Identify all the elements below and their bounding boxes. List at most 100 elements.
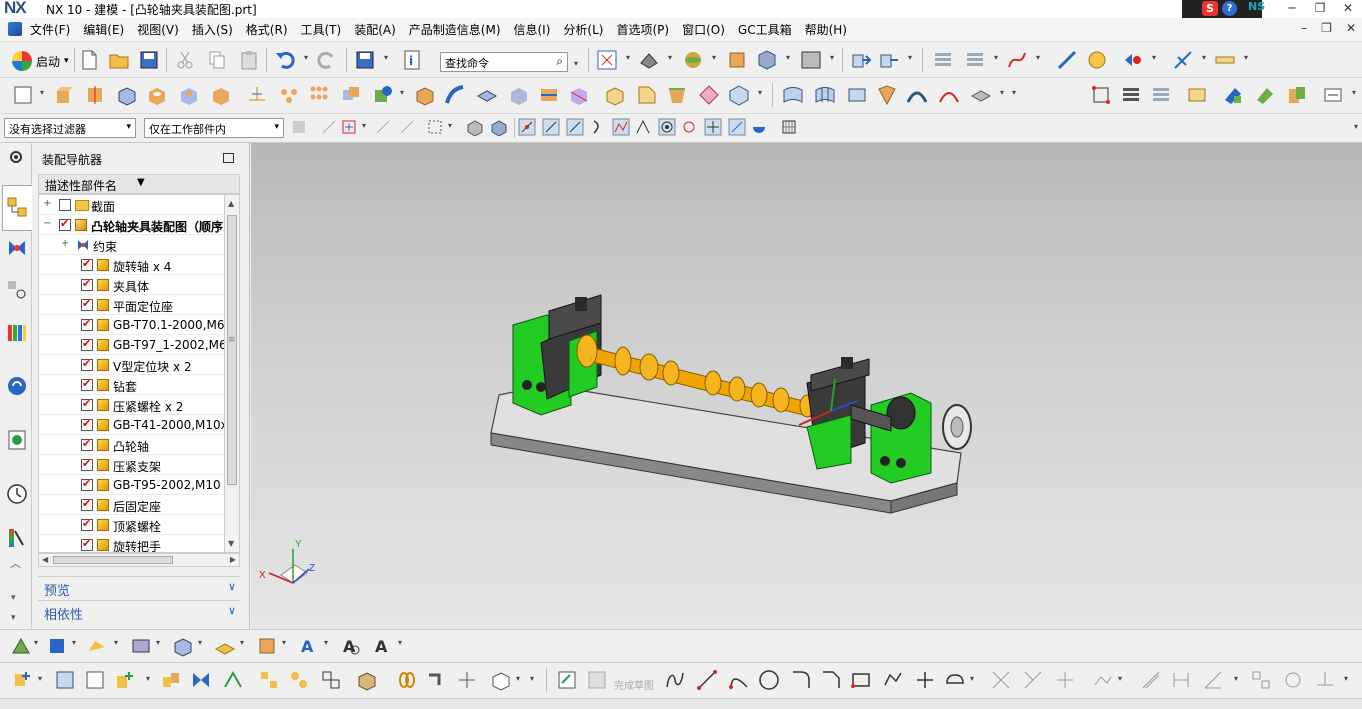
chevron-down-icon[interactable]: ▾ (362, 121, 366, 130)
visibility-checkbox[interactable] (81, 277, 93, 291)
snap-control-icon[interactable] (566, 118, 584, 136)
pocket-icon[interactable] (210, 84, 232, 106)
pmi-surface-finish-icon[interactable] (172, 635, 194, 657)
ruler-icon[interactable] (1214, 49, 1236, 71)
sogou-icon[interactable]: S (1202, 1, 1218, 16)
expand-toggle-icon[interactable]: + (43, 198, 51, 209)
menu-gc-toolbox[interactable]: GC工具箱 (738, 21, 792, 38)
arc-icon[interactable] (728, 669, 750, 691)
copy-icon[interactable] (206, 49, 228, 71)
doc-restore-button[interactable]: ❐ (1321, 21, 1332, 35)
chevron-down-icon[interactable]: ▾ (156, 638, 160, 647)
polygon-icon[interactable] (882, 669, 904, 691)
split-body-icon[interactable] (568, 84, 590, 106)
trim-curve-icon[interactable] (990, 669, 1012, 691)
snap-center-icon[interactable] (658, 118, 676, 136)
gc-tool3-icon[interactable] (1286, 84, 1308, 106)
edge-blend-icon[interactable] (604, 84, 626, 106)
open-folder-icon[interactable] (108, 49, 130, 71)
sphere-icon[interactable] (728, 84, 750, 106)
tree-row[interactable]: 钻套 (39, 375, 224, 395)
chevron-down-icon[interactable]: ▾ (304, 53, 308, 62)
help-icon[interactable]: ? (1222, 1, 1237, 16)
trim-sheet-icon[interactable] (970, 84, 992, 106)
reuse-library-icon[interactable] (6, 321, 28, 343)
web-browser-icon[interactable] (6, 375, 28, 397)
visibility-checkbox[interactable] (81, 257, 93, 271)
mirror-assembly-icon[interactable] (160, 669, 182, 691)
chevron-down-icon[interactable]: ▾ (994, 53, 998, 62)
chevron-down-icon[interactable]: ▾ (1036, 53, 1040, 62)
gc-tool1-icon[interactable] (1222, 84, 1244, 106)
assembly-constraint-icon[interactable] (878, 49, 900, 71)
visibility-checkbox[interactable] (81, 497, 93, 511)
assembly-tree[interactable]: + 截面 − 凸轮轴夹具装配图（顺序 + 约束旋转轴 x 4 夹具体平面定位座 GB-T70.… (38, 194, 225, 553)
menu-assembly[interactable]: 装配(A) (354, 21, 396, 38)
snap-point-icon[interactable] (1122, 49, 1144, 71)
layer-icon[interactable] (726, 49, 748, 71)
graphics-window[interactable]: X Y Z (251, 143, 1362, 629)
chamfer-sketch-icon[interactable] (820, 669, 842, 691)
pmi-note-icon[interactable] (86, 635, 108, 657)
chevron-down-icon[interactable]: ▾ (324, 638, 328, 647)
text-style-icon[interactable]: A (372, 635, 394, 657)
tree-row[interactable]: + 截面 (39, 195, 224, 215)
chamfer-icon[interactable] (636, 84, 658, 106)
measure-distance-icon[interactable] (1056, 49, 1078, 71)
snap-bounded-icon[interactable] (750, 118, 768, 136)
menu-pmi[interactable]: 产品制造信息(M) (409, 21, 501, 38)
draft-icon[interactable] (666, 84, 688, 106)
boss-icon[interactable] (178, 84, 200, 106)
chevron-down-icon[interactable]: ▾ (282, 638, 286, 647)
tree-row[interactable]: 压紧螺栓 x 2 (39, 395, 224, 415)
dimension-sketch-icon[interactable] (1170, 669, 1192, 691)
block-icon[interactable] (116, 84, 138, 106)
menu-file[interactable]: 文件(F) (30, 21, 70, 38)
tree-row[interactable]: − 凸轮轴夹具装配图（顺序 (39, 215, 224, 235)
chevron-down-icon[interactable]: ∨ (228, 580, 236, 593)
chevron-down-icon[interactable]: ▾ (712, 53, 716, 62)
new-file-icon[interactable] (78, 49, 100, 71)
chevron-down-icon[interactable]: ▾ (1244, 53, 1248, 62)
sketch-icon[interactable] (12, 84, 34, 106)
shell-icon[interactable] (414, 84, 436, 106)
hscroll-thumb[interactable] (53, 556, 173, 564)
strip-scroll-down2-icon[interactable]: ▾ (11, 613, 16, 623)
doc-minimize-button[interactable]: – (1301, 21, 1307, 35)
menu-analysis[interactable]: 分析(L) (563, 21, 603, 38)
chevron-down-icon[interactable]: ▾ (40, 88, 44, 97)
dimension-icon[interactable] (1172, 49, 1194, 71)
subtract-icon[interactable] (372, 84, 394, 106)
undo-icon[interactable] (274, 49, 296, 71)
sketch-icon[interactable] (556, 669, 578, 691)
bridge-surface-icon[interactable] (906, 84, 928, 106)
swept-surface-icon[interactable] (846, 84, 868, 106)
restore-button[interactable]: ❐ (1306, 0, 1334, 18)
sequence-icon[interactable] (288, 669, 310, 691)
visibility-checkbox[interactable] (59, 199, 71, 211)
minimize-button[interactable]: ─ (1278, 0, 1306, 18)
chevron-down-icon[interactable]: ▾ (38, 674, 42, 683)
select-body-icon[interactable] (466, 118, 484, 136)
revolve-icon[interactable] (84, 84, 106, 106)
visibility-checkbox[interactable] (81, 397, 93, 411)
sketch-settings-icon[interactable] (1314, 669, 1336, 691)
n-sided-surface-icon[interactable] (876, 84, 898, 106)
snap-quadrant-icon[interactable] (680, 118, 698, 136)
gear-icon[interactable] (8, 149, 24, 165)
close-button[interactable]: ✕ (1334, 0, 1362, 18)
visibility-checkbox[interactable] (81, 357, 93, 371)
search-icon[interactable]: ⌕ (556, 54, 563, 69)
command-finder-input[interactable]: 查找命令 ⌕ (440, 52, 568, 72)
mirror-icon[interactable] (698, 84, 720, 106)
cut-icon[interactable] (174, 49, 196, 71)
thicken-icon[interactable] (476, 84, 498, 106)
visibility-checkbox[interactable] (81, 517, 93, 531)
snap-point-on-icon[interactable] (704, 118, 722, 136)
select-curve-icon[interactable] (374, 118, 392, 136)
assembly-model[interactable]: X Y Z (251, 143, 1362, 629)
paste-icon[interactable] (238, 49, 260, 71)
visibility-checkbox[interactable] (81, 417, 93, 431)
chevron-down-icon[interactable]: ▾ (1000, 88, 1004, 97)
chevron-down-icon[interactable]: ▾ (1118, 674, 1122, 683)
